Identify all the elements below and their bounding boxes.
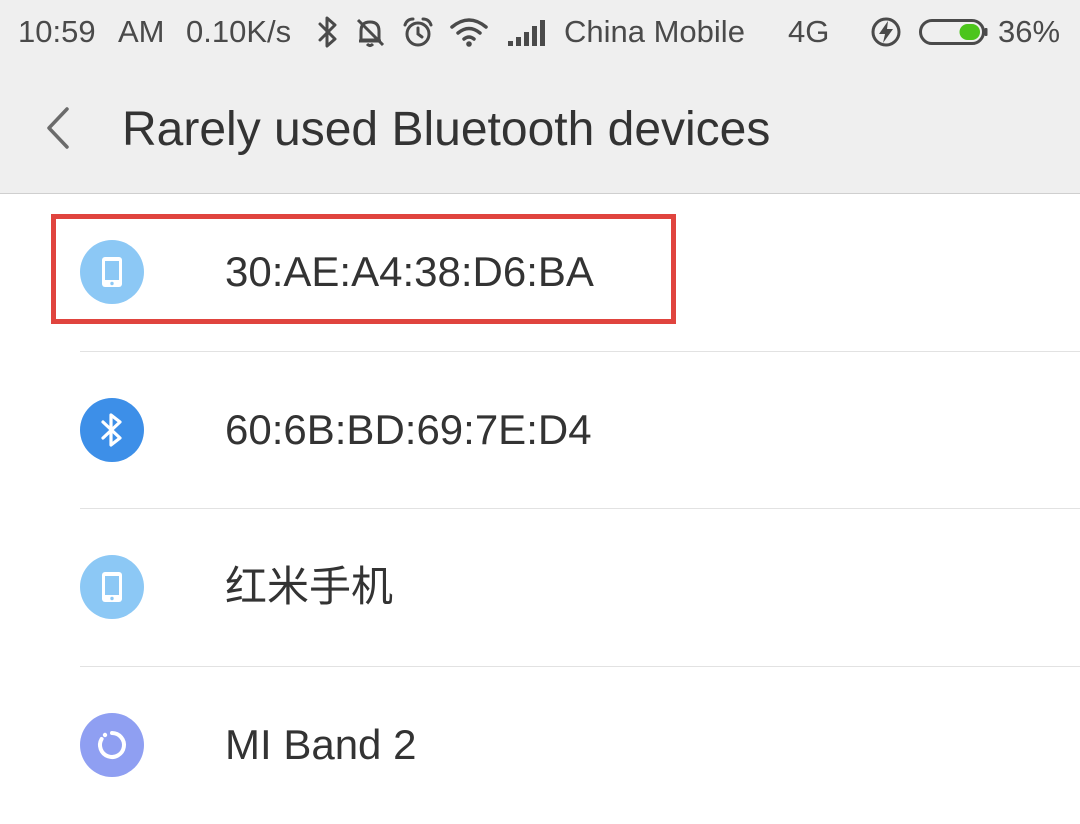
status-carrier: China Mobile: [564, 14, 745, 49]
phone-icon: [80, 240, 144, 304]
bluetooth-icon: [80, 398, 144, 462]
device-row[interactable]: 60:6B:BD:69:7E:D4: [0, 352, 1080, 509]
chevron-left-icon: [47, 107, 69, 149]
phone-icon: [80, 555, 144, 619]
status-network-type: 4G: [788, 14, 830, 49]
charging-icon: [868, 12, 904, 52]
status-bar: 10:59 AM 0.10K/s China Mobile 4G 36%: [0, 0, 1080, 66]
device-row[interactable]: MI Band 2: [0, 667, 1080, 824]
device-name: 30:AE:A4:38:D6:BA: [225, 248, 594, 295]
device-row[interactable]: 红米手机: [0, 509, 1080, 666]
device-name: 红米手机: [225, 563, 394, 610]
bluetooth-icon: [314, 12, 342, 52]
signal-icon: [506, 12, 550, 52]
mute-bell-icon: [352, 12, 388, 52]
alarm-icon: [400, 12, 436, 52]
status-network-speed: 0.10K/s: [186, 14, 292, 49]
device-row[interactable]: 30:AE:A4:38:D6:BA: [0, 194, 1080, 351]
back-button[interactable]: [36, 106, 80, 150]
battery-percent: 36%: [998, 14, 1061, 49]
status-time: 10:59: [18, 14, 96, 49]
battery-icon: [918, 12, 990, 52]
device-name: 60:6B:BD:69:7E:D4: [225, 406, 592, 453]
wifi-icon: [448, 12, 490, 52]
device-name: MI Band 2: [225, 721, 417, 768]
header-bar: Rarely used Bluetooth devices: [0, 66, 1080, 194]
status-ampm: AM: [118, 14, 165, 49]
page-title: Rarely used Bluetooth devices: [122, 103, 771, 156]
top-area: 10:59 AM 0.10K/s China Mobile 4G 36% Rar…: [0, 0, 1080, 194]
band-icon: [80, 713, 144, 777]
